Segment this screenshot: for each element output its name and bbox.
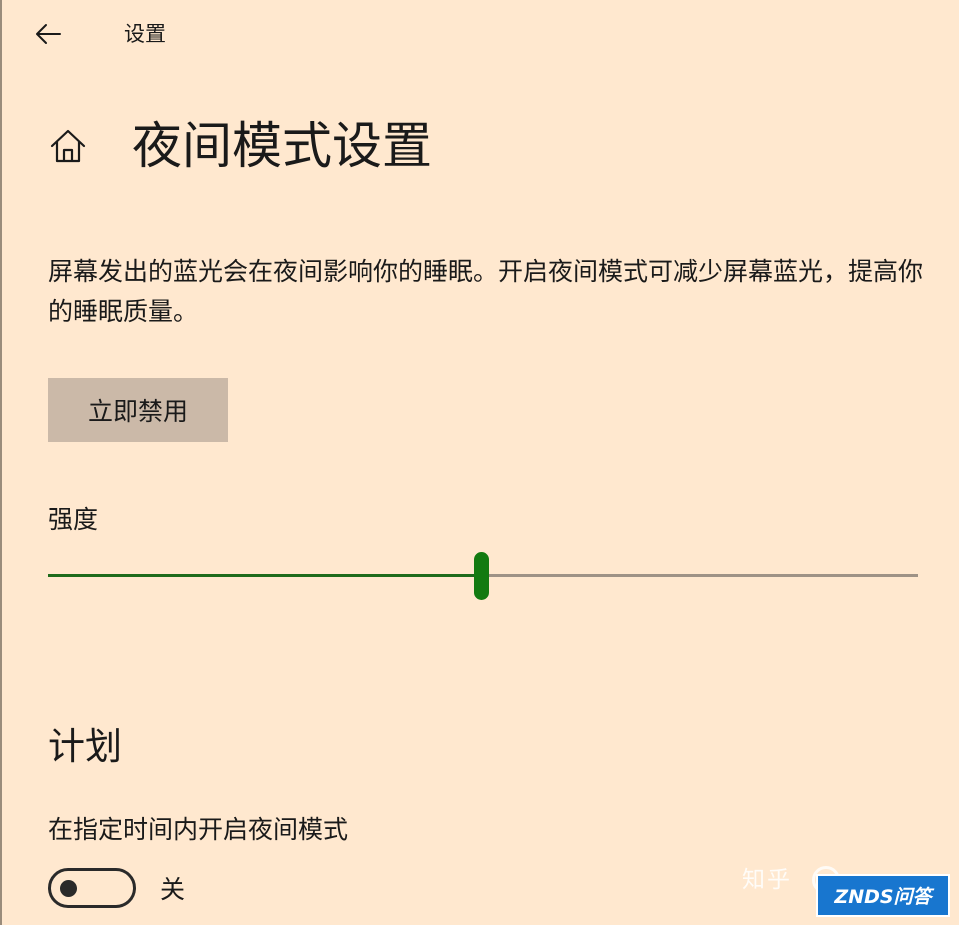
toggle-state-text: 关 [160,875,186,904]
schedule-heading: 计划 [48,725,122,768]
home-icon[interactable] [48,126,88,166]
slider-thumb[interactable] [474,552,489,600]
disable-now-button[interactable]: 立即禁用 [48,378,228,442]
zhihu-watermark: 知乎 [742,867,792,893]
window-border [0,0,2,925]
app-title: 设置 [124,22,166,46]
schedule-toggle-label: 在指定时间内开启夜间模式 [48,815,349,844]
strength-slider[interactable] [48,552,918,600]
back-button[interactable] [28,14,68,54]
slider-fill [48,574,481,577]
znds-watermark: ZNDS问答 [816,874,950,917]
schedule-toggle[interactable] [48,868,136,908]
page-title: 夜间模式设置 [132,117,432,175]
arrow-left-icon [36,24,61,44]
toggle-knob [60,880,77,897]
strength-label: 强度 [48,505,99,534]
description-text: 屏幕发出的蓝光会在夜间影响你的睡眠。开启夜间模式可减少屏幕蓝光，提高你的睡眠质量… [48,257,924,326]
